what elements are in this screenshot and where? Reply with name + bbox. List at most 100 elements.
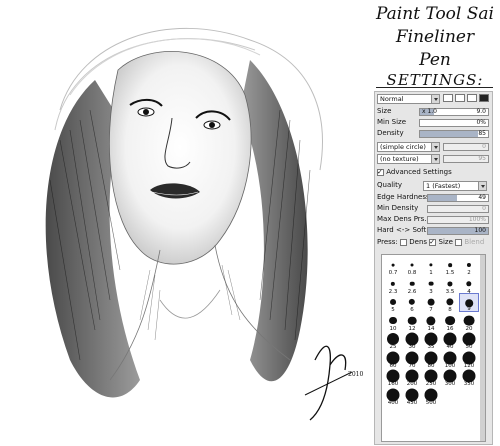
brush-size-dot bbox=[466, 280, 472, 287]
press-dens-label: Dens bbox=[409, 238, 428, 246]
brush-size-350[interactable]: 350 bbox=[459, 367, 479, 387]
brush-size-50[interactable]: 50 bbox=[459, 330, 479, 350]
hard-soft-value: 100 bbox=[474, 227, 486, 234]
size-label: Size bbox=[377, 107, 392, 115]
edge-hardness-value: 49 bbox=[478, 194, 486, 201]
brush-size-16[interactable]: 16 bbox=[440, 312, 460, 332]
brush-size-4[interactable]: 4 bbox=[459, 275, 479, 295]
brush-shape-dropdown[interactable]: (simple circle) bbox=[377, 142, 432, 152]
brush-size-dot bbox=[409, 281, 415, 286]
max-dens-prs-value: 100% bbox=[468, 216, 486, 223]
brush-size-2.6[interactable]: 2.6 bbox=[402, 275, 422, 295]
brush-size-60[interactable]: 60 bbox=[383, 349, 403, 369]
press-blend-label: Blend bbox=[464, 238, 485, 246]
blend-mode-dropdown[interactable]: Normal bbox=[377, 94, 432, 104]
min-density-slider[interactable]: 0 bbox=[427, 205, 489, 213]
brush-size-1.5[interactable]: 1.5 bbox=[440, 256, 460, 276]
size-value: 9.0 bbox=[476, 108, 486, 115]
brush-size-300[interactable]: 300 bbox=[440, 367, 460, 387]
brush-size-40[interactable]: 40 bbox=[440, 330, 460, 350]
texture-strength[interactable]: 95 bbox=[443, 155, 489, 163]
hard-soft-slider[interactable]: 100 bbox=[427, 227, 489, 235]
brush-size-dot bbox=[389, 316, 397, 325]
brush-shape-soft-icon[interactable] bbox=[467, 94, 477, 102]
texture-value: 95 bbox=[478, 155, 486, 162]
brush-shape-strength[interactable]: 0 bbox=[443, 143, 489, 151]
brush-size-12[interactable]: 12 bbox=[402, 312, 422, 332]
brush-size-400[interactable]: 400 bbox=[383, 386, 403, 406]
title-line-2: Fineliner bbox=[395, 27, 475, 47]
brush-size-label: 300 bbox=[444, 381, 456, 387]
brush-size-160[interactable]: 160 bbox=[383, 367, 403, 387]
brush-size-2.3[interactable]: 2.3 bbox=[383, 275, 403, 295]
brush-size-8[interactable]: 8 bbox=[440, 293, 460, 313]
brush-size-0.8[interactable]: 0.8 bbox=[402, 256, 422, 276]
brush-size-dot bbox=[463, 315, 475, 326]
brush-shape-round-icon[interactable] bbox=[455, 94, 465, 102]
title-line-1: Paint Tool Sai bbox=[376, 4, 494, 24]
brush-size-dot bbox=[447, 280, 453, 287]
brush-size-120[interactable]: 120 bbox=[459, 349, 479, 369]
brush-size-450[interactable]: 450 bbox=[402, 386, 422, 406]
max-dens-prs-label: Max Dens Prs. bbox=[377, 215, 427, 223]
brush-size-1[interactable]: 1 bbox=[421, 256, 441, 276]
brush-size-label: 350 bbox=[463, 381, 475, 387]
brush-size-dot bbox=[410, 263, 414, 267]
brush-size-20[interactable]: 20 bbox=[459, 312, 479, 332]
brush-size-35[interactable]: 35 bbox=[421, 330, 441, 350]
press-row: Press: Dens Size Blend bbox=[377, 237, 484, 248]
brush-size-label: 500 bbox=[425, 399, 437, 406]
brush-grid-scrollbar[interactable] bbox=[480, 255, 485, 441]
brush-size-dot bbox=[428, 281, 434, 286]
edge-hardness-label: Edge Hardness bbox=[377, 193, 430, 201]
quality-chevron-icon[interactable] bbox=[478, 181, 487, 191]
blend-mode-chevron-icon[interactable] bbox=[431, 94, 440, 104]
brush-size-14[interactable]: 14 bbox=[421, 312, 441, 332]
press-blend-checkbox[interactable] bbox=[455, 238, 463, 246]
brush-size-dot bbox=[445, 315, 455, 326]
min-size-slider[interactable]: 0% bbox=[419, 119, 489, 127]
brush-size-0.7[interactable]: 0.7 bbox=[383, 256, 403, 276]
brush-shape-flat-icon[interactable] bbox=[443, 94, 453, 102]
texture-dropdown[interactable]: (no texture) bbox=[377, 154, 432, 164]
brush-size-7[interactable]: 7 bbox=[421, 293, 441, 313]
brush-size-500[interactable]: 500 bbox=[421, 386, 441, 406]
density-slider[interactable]: 85 bbox=[419, 130, 489, 138]
size-slider[interactable]: x 1.0 9.0 bbox=[419, 108, 489, 116]
brush-size-dot bbox=[448, 263, 452, 267]
brush-shape-chevron-icon[interactable] bbox=[431, 142, 440, 152]
edge-hardness-slider[interactable]: 49 bbox=[427, 194, 489, 202]
brush-size-200[interactable]: 200 bbox=[402, 367, 422, 387]
brush-size-80[interactable]: 80 bbox=[421, 349, 441, 369]
brush-size-25[interactable]: 25 bbox=[383, 330, 403, 350]
texture-chevron-icon[interactable] bbox=[431, 154, 440, 164]
settings-underline bbox=[376, 87, 493, 88]
brush-size-2[interactable]: 2 bbox=[459, 256, 479, 276]
brush-size-10[interactable]: 10 bbox=[383, 312, 403, 332]
brush-size-9[interactable]: 9 bbox=[459, 293, 479, 312]
brush-size-5[interactable]: 5 bbox=[383, 293, 403, 313]
brush-size-3[interactable]: 3 bbox=[421, 275, 441, 295]
size-multiplier: x 1.0 bbox=[422, 108, 437, 115]
press-label: Press: bbox=[377, 238, 398, 246]
advanced-settings-checkbox[interactable] bbox=[377, 167, 384, 178]
signature-year: 2010 bbox=[348, 371, 364, 378]
brush-size-70[interactable]: 70 bbox=[402, 349, 422, 369]
brush-size-dot bbox=[390, 281, 396, 286]
quality-dropdown[interactable]: 1 (Fastest) bbox=[423, 181, 479, 191]
brush-size-3.5[interactable]: 3.5 bbox=[440, 275, 460, 295]
title-line-3: Pen bbox=[419, 50, 451, 70]
brush-size-6[interactable]: 6 bbox=[402, 293, 422, 313]
brush-shape-hard-icon[interactable] bbox=[479, 94, 489, 102]
brush-size-250[interactable]: 250 bbox=[421, 367, 441, 387]
brush-size-100[interactable]: 100 bbox=[440, 349, 460, 369]
brush-size-dot bbox=[427, 298, 435, 306]
press-size-checkbox[interactable] bbox=[429, 237, 437, 248]
press-dens-checkbox[interactable] bbox=[400, 238, 408, 246]
max-dens-prs-slider[interactable]: 100% bbox=[427, 216, 489, 224]
brush-size-dot bbox=[391, 263, 395, 267]
brush-size-dot bbox=[407, 316, 417, 325]
brush-size-30[interactable]: 30 bbox=[402, 330, 422, 350]
advanced-settings-label: Advanced Settings bbox=[386, 168, 452, 176]
advanced-settings-row[interactable]: Advanced Settings bbox=[377, 167, 452, 178]
